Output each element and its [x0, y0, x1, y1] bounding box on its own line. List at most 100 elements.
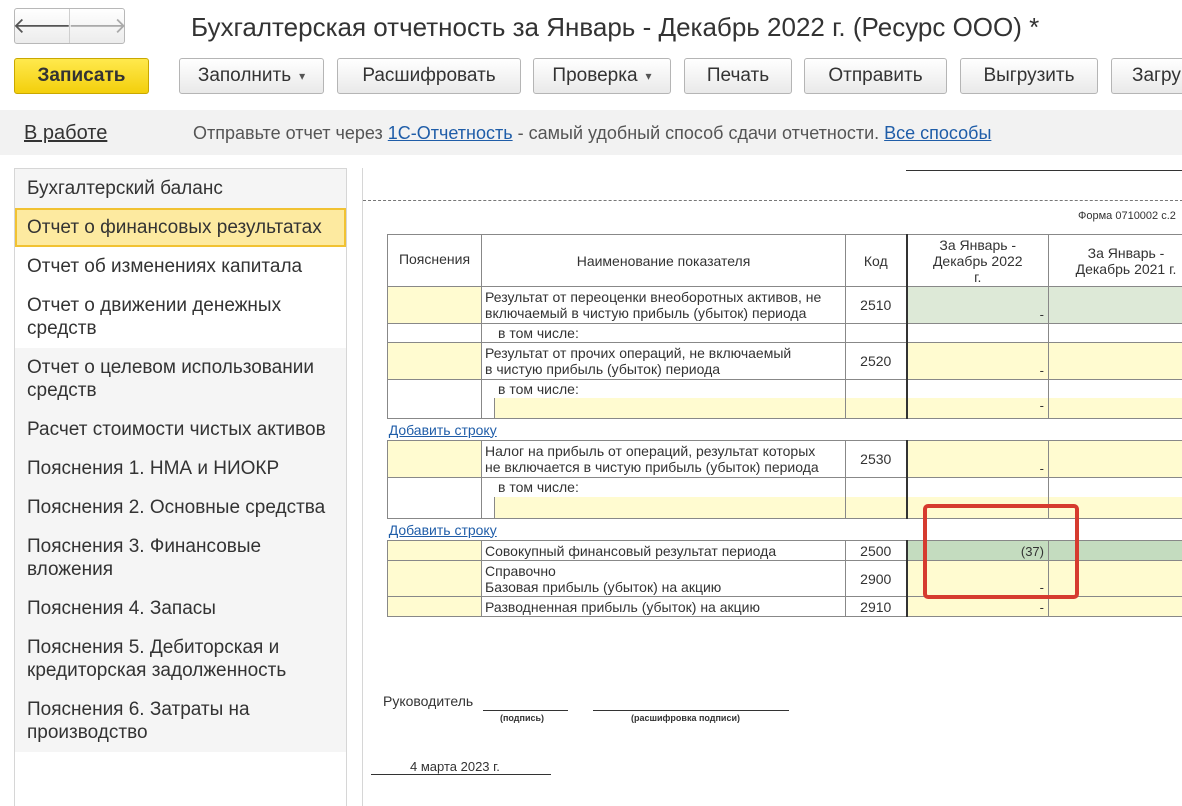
row-name-line: в чистую прибыль (убыток) периода: [485, 361, 721, 377]
sidebar-item-notes-1[interactable]: Пояснения 1. НМА и НИОКР: [15, 449, 346, 488]
value-cell-current[interactable]: -: [905, 286, 1049, 324]
sidebar-item-notes-2[interactable]: Пояснения 2. Основные средства: [15, 488, 346, 527]
row-code: 2530: [845, 440, 907, 478]
save-button-label: Записать: [37, 65, 126, 86]
highlight-box: [923, 504, 1079, 599]
nav-buttons: 🡐 🡒: [13, 8, 127, 44]
value-cell-previous[interactable]: [1048, 440, 1182, 478]
print-button[interactable]: Печать: [684, 58, 792, 94]
sidebar-item-target-use[interactable]: Отчет о целевом использовании средств: [15, 348, 346, 410]
sidebar-item-cash-flow[interactable]: Отчет о движении денежных средств: [15, 286, 346, 348]
notes-cell: [387, 379, 482, 419]
head-label: Руководитель: [383, 693, 474, 709]
fill-button[interactable]: Заполнить ▾: [179, 58, 324, 94]
info-bar: В работе Отправьте отчет через 1С-Отчетн…: [0, 110, 1182, 155]
sidebar-item-notes-5[interactable]: Пояснения 5. Дебиторская и кредиторская …: [15, 628, 346, 690]
add-row-link[interactable]: Добавить строку: [389, 422, 497, 438]
link-1c-reporting[interactable]: 1С-Отчетность: [388, 123, 513, 143]
notes-cell[interactable]: [387, 540, 482, 561]
row-name-line: Справочно: [485, 562, 556, 579]
sidebar-item-capital-changes[interactable]: Отчет об изменениях капитала: [15, 247, 346, 286]
page-break-line: [363, 200, 1182, 201]
row-code: 2910: [845, 596, 907, 617]
back-button[interactable]: 🡐: [13, 9, 72, 43]
add-row-line: +Добавить строку: [388, 419, 1182, 441]
export-button-label: Выгрузить: [983, 65, 1075, 86]
row-code: 2520: [845, 342, 907, 380]
value-cell-previous[interactable]: [1048, 596, 1182, 617]
check-button[interactable]: Проверка ▾: [533, 58, 671, 94]
sub-row-value-input[interactable]: [1049, 398, 1182, 418]
decode-button-label: Расшифровать: [362, 65, 496, 86]
value-cell-current[interactable]: -: [905, 440, 1049, 478]
fill-button-label: Заполнить: [197, 65, 292, 86]
header-name: Наименование показателя: [481, 234, 846, 287]
row-name-line: включаемый в чистую прибыль (убыток) пер…: [485, 305, 807, 321]
row-name: в том числе:: [481, 477, 846, 519]
sub-row-code-input[interactable]: [846, 497, 906, 518]
forward-button[interactable]: 🡒: [68, 9, 127, 43]
row-code: 2900: [845, 560, 907, 597]
row-name: Совокупный финансовый результат периода: [481, 540, 846, 561]
sidebar-item-notes-3[interactable]: Пояснения 3. Финансовые вложения: [15, 527, 346, 589]
info-text-before: Отправьте отчет через: [193, 123, 388, 143]
notes-cell: [387, 477, 482, 519]
value-cell-current: -: [905, 379, 1049, 419]
decode-line: [593, 710, 789, 711]
notes-cell[interactable]: [387, 342, 482, 380]
sidebar-item-notes-4[interactable]: Пояснения 4. Запасы: [15, 589, 346, 628]
sidebar-item-financial-results[interactable]: Отчет о финансовых результатах: [15, 208, 346, 247]
row-name: Разводненная прибыль (убыток) на акцию: [481, 596, 846, 617]
row-name: в том числе:: [481, 323, 846, 343]
row-name-line: Базовая прибыль (убыток) на акцию: [485, 578, 722, 595]
notes-cell[interactable]: [387, 440, 482, 478]
sidebar-item-balance[interactable]: Бухгалтерский баланс: [15, 169, 346, 208]
window-header: 🡐 🡒 Бухгалтерская отчетность за Январь -…: [0, 0, 1182, 55]
sidebar-item-net-assets[interactable]: Расчет стоимости чистых активов: [15, 410, 346, 449]
notes-cell[interactable]: [387, 560, 482, 597]
save-button[interactable]: Записать: [14, 58, 149, 94]
table-row: Результат от переоценки внеоборотных акт…: [387, 286, 1182, 324]
sub-row-input[interactable]: [494, 398, 845, 418]
row-name-line: в том числе:: [498, 381, 579, 397]
value-cell-current[interactable]: -: [905, 596, 1049, 617]
header-code: Код: [845, 234, 907, 287]
table-header-row: Пояснения Наименование показателя Код За…: [387, 234, 1182, 287]
notes-cell[interactable]: [387, 596, 482, 617]
value-cell-current[interactable]: -: [905, 342, 1049, 380]
divider: [906, 170, 1182, 171]
value-cell-previous: [1048, 379, 1182, 419]
value-cell-previous[interactable]: [1048, 342, 1182, 380]
export-button[interactable]: Выгрузить: [960, 58, 1098, 94]
sub-row-value-input[interactable]: -: [908, 398, 1048, 418]
row-code: [845, 477, 907, 519]
row-name: Результат от прочих операций, не включае…: [481, 342, 846, 380]
sub-row-input[interactable]: [494, 497, 845, 518]
signature-caption: (подпись): [500, 713, 545, 723]
row-name-line: Налог на прибыль от операций, результат …: [485, 443, 816, 459]
import-button[interactable]: Загру: [1111, 58, 1182, 94]
decode-button[interactable]: Расшифровать: [337, 58, 521, 94]
arrow-right-icon: 🡒: [68, 13, 127, 38]
row-name-line: Результат от переоценки внеоборотных акт…: [485, 289, 822, 305]
table-row: Разводненная прибыль (убыток) на акцию 2…: [387, 596, 1182, 617]
header-previous-period: За Январь - Декабрь 2021 г.: [1048, 234, 1182, 287]
add-row-link[interactable]: Добавить строку: [389, 522, 497, 538]
row-name: Налог на прибыль от операций, результат …: [481, 440, 846, 478]
report-form: Форма 0710002 с.2 Пояснения Наименование…: [362, 168, 1182, 806]
status-link[interactable]: В работе: [24, 122, 107, 145]
sidebar-item-notes-6[interactable]: Пояснения 6. Затраты на производство: [15, 690, 346, 752]
date-line: [371, 774, 551, 775]
value-cell-previous: [1048, 323, 1182, 343]
link-all-methods[interactable]: Все способы: [884, 123, 991, 143]
notes-cell[interactable]: [387, 286, 482, 324]
table-row: в том числе:: [387, 323, 1182, 343]
info-message: Отправьте отчет через 1С-Отчетность - са…: [193, 123, 991, 144]
sub-row-code-input[interactable]: [846, 398, 906, 418]
form-code: Форма 0710002 с.2: [1078, 210, 1176, 222]
value-cell-previous[interactable]: [1048, 286, 1182, 324]
table-row: Налог на прибыль от операций, результат …: [387, 440, 1182, 478]
send-button[interactable]: Отправить: [804, 58, 947, 94]
info-text-after: - самый удобный способ сдачи отчетности.: [512, 123, 885, 143]
row-name: Справочно Базовая прибыль (убыток) на акц…: [481, 560, 846, 597]
